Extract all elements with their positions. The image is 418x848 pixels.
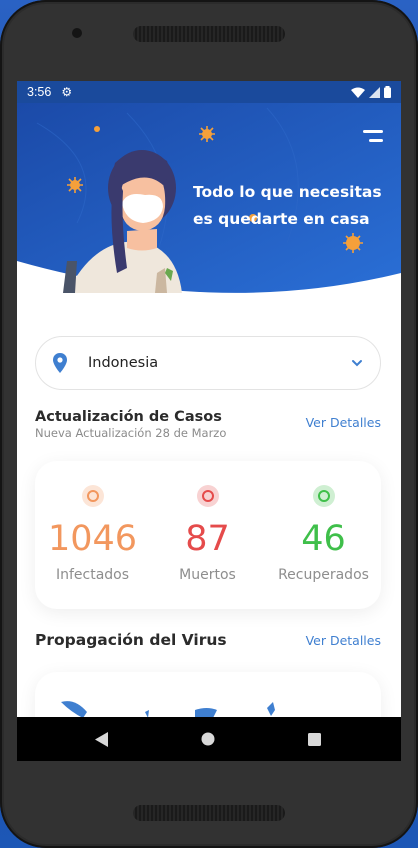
menu-button[interactable] [357,127,383,149]
battery-icon [384,86,391,98]
case-stats-card: 1046 Infectados 87 Muertos 46 Recuperado… [35,461,381,609]
recovered-label: Recuperados [278,567,369,583]
settings-gear-icon: ⚙ [61,85,73,99]
deaths-indicator-icon [196,485,219,507]
hero-banner: Todo lo que necesitas es quedarte en cas… [17,103,401,333]
stat-recovered: 46 Recuperados [266,461,381,583]
back-triangle-icon [94,731,108,747]
nav-recents-button[interactable] [284,717,344,761]
status-time: 3:56 [27,85,52,99]
country-dropdown[interactable]: Indonesia [35,336,381,390]
country-name: Indonesia [88,355,159,371]
menu-icon [363,130,383,133]
nav-back-button[interactable] [71,717,131,761]
spread-section-header: Propagación del Virus Ver Detalles [35,631,381,649]
status-icons [351,86,391,98]
signal-icon [369,86,380,98]
deaths-count: 87 [185,519,230,559]
status-bar: 3:56 ⚙ [17,81,401,103]
front-camera [72,28,82,38]
cases-details-link[interactable]: Ver Detalles [306,415,381,430]
recovered-indicator-icon [312,485,335,507]
app-screen: 3:56 ⚙ Todo lo que necesitas es quedarte… [17,81,401,761]
recovered-count: 46 [301,519,346,559]
recents-square-icon [307,732,321,746]
android-nav-bar [17,717,401,761]
wifi-icon [351,87,365,98]
hero-title-line-2: es quedarte en casa [193,210,370,228]
location-pin-icon [53,353,67,373]
hero-title: Todo lo que necesitas es quedarte en cas… [193,179,393,233]
hero-title-line-1: Todo lo que necesitas [193,183,382,201]
stat-deaths: 87 Muertos [150,461,265,583]
home-circle-icon [201,732,215,746]
stat-infected: 1046 Infectados [35,461,150,583]
bottom-speaker [133,805,285,821]
infected-label: Infectados [55,567,130,583]
cases-section-header: Actualización de Casos Nueva Actualizaci… [35,409,381,440]
deaths-label: Muertos [179,567,236,583]
nav-home-button[interactable] [178,717,238,761]
infected-count: 1046 [47,519,138,559]
spread-details-link[interactable]: Ver Detalles [306,633,381,648]
infected-indicator-icon [81,485,104,507]
chevron-down-icon [352,360,362,367]
earpiece-speaker [133,26,285,42]
